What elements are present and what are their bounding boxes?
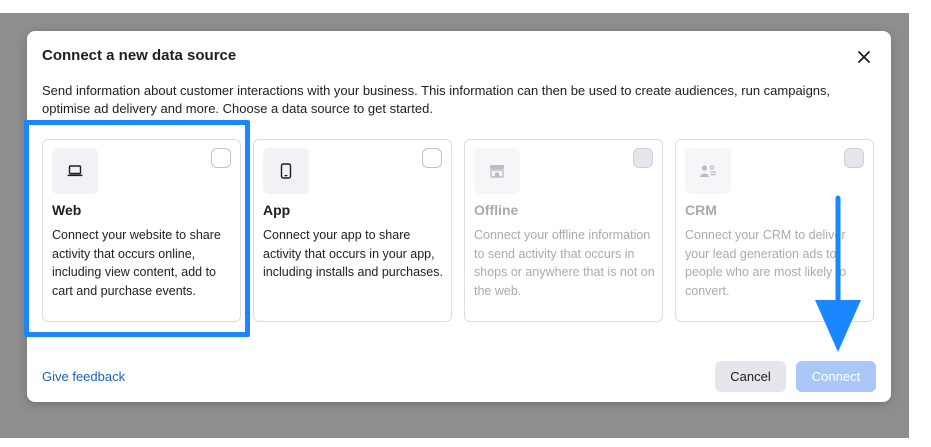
source-card-offline: Offline Connect your offline information…: [464, 139, 663, 322]
dialog-title: Connect a new data source: [42, 47, 237, 64]
card-icon-box: [474, 148, 520, 194]
store-icon: [490, 165, 504, 178]
offline-checkbox: [633, 148, 653, 168]
card-title: App: [263, 202, 291, 218]
source-card-app[interactable]: App Connect your app to share activity t…: [253, 139, 452, 322]
card-title: Offline: [474, 202, 519, 218]
source-card-crm: CRM Connect your CRM to deliver your lea…: [675, 139, 874, 322]
card-title: CRM: [685, 202, 717, 218]
close-button[interactable]: [853, 46, 875, 68]
card-title: Web: [52, 202, 82, 218]
card-icon-box: [52, 148, 98, 194]
crm-checkbox: [844, 148, 864, 168]
dialog-description: Send information about customer interact…: [42, 83, 831, 116]
laptop-icon: [67, 165, 83, 177]
phone-icon: [280, 163, 292, 179]
people-icon: [699, 165, 716, 177]
card-description: Connect your offline information to send…: [474, 228, 655, 298]
connect-data-source-dialog: Connect a new data source Send informati…: [24, 31, 891, 402]
card-icon-box: [685, 148, 731, 194]
source-card-web[interactable]: Web Connect your website to share activi…: [42, 139, 241, 322]
card-description: Connect your CRM to deliver your lead ge…: [685, 228, 847, 298]
give-feedback-link[interactable]: Give feedback: [42, 369, 125, 384]
card-icon-box: [263, 148, 309, 194]
card-description: Connect your app to share activity that …: [263, 228, 443, 279]
card-description: Connect your website to share activity t…: [52, 228, 221, 298]
web-checkbox[interactable]: [211, 148, 231, 168]
cancel-button[interactable]: Cancel: [715, 361, 786, 392]
app-checkbox[interactable]: [422, 148, 442, 168]
close-icon: [858, 51, 870, 63]
connect-button[interactable]: Connect: [796, 361, 876, 392]
